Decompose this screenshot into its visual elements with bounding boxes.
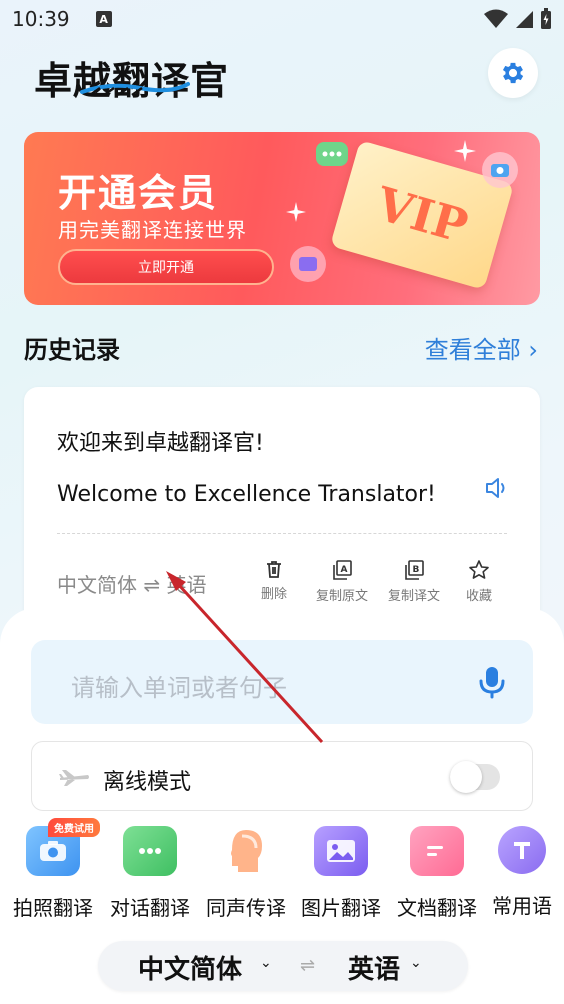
history-lang-pair: 中文简体 ⇌ 英语: [57, 573, 207, 597]
banner-subtitle: 用完美翻译连接世界: [58, 218, 247, 242]
sparkle-icon: [286, 202, 306, 222]
chat-bubble-icon: [316, 142, 348, 166]
language-selector-bar: 中文简体 ⌄ ⇌ 英语 ⌄: [98, 941, 468, 991]
chevron-down-icon: ⌄: [410, 955, 422, 971]
feature-label: 拍照翻译: [13, 896, 93, 920]
trash-icon: [267, 561, 281, 578]
delete-label: 删除: [261, 587, 288, 602]
history-target-text: Welcome to Excellence Translator!: [57, 482, 436, 507]
feature-label: 同声传译: [206, 896, 286, 920]
history-title: 历史记录: [24, 336, 120, 364]
signal-icon: [516, 11, 533, 28]
battery-icon: [541, 8, 551, 29]
app-title: 卓越翻译官: [34, 59, 230, 103]
text-t-icon: [498, 826, 546, 874]
source-language-select[interactable]: 中文简体: [138, 949, 242, 986]
notification-icon: A: [95, 11, 112, 27]
favorite-label: 收藏: [466, 589, 493, 604]
banner-title: 开通会员: [58, 171, 219, 215]
feature-label: 文档翻译: [397, 896, 477, 920]
copy-source-button[interactable]: A 复制原文: [316, 559, 368, 604]
offline-mode-toggle[interactable]: [450, 761, 500, 793]
head-icon: [219, 826, 273, 876]
offline-mode-label: 离线模式: [103, 770, 192, 795]
copy-translation-label: 复制译文: [388, 589, 441, 604]
delete-button[interactable]: 删除: [261, 559, 287, 602]
target-language-select[interactable]: 英语: [348, 949, 400, 986]
status-bar: 10:39 A: [0, 0, 564, 38]
airplane-icon: [59, 770, 89, 786]
history-card[interactable]: 欢迎来到卓越翻译官! Welcome to Excellence Transla…: [24, 387, 540, 627]
feature-dialogue-translate[interactable]: 对话翻译: [102, 826, 198, 921]
feature-label: 对话翻译: [110, 896, 190, 920]
copy-b-icon: B: [405, 560, 424, 580]
gear-icon: [502, 62, 524, 84]
speaker-icon[interactable]: [484, 476, 510, 500]
star-icon: [469, 560, 489, 579]
text-input[interactable]: 请输入单词或者句子: [31, 640, 533, 724]
vip-text: VIP: [370, 176, 474, 254]
document-icon: [410, 826, 464, 876]
camera-bubble-icon: [482, 152, 518, 188]
svg-text:A: A: [341, 565, 348, 575]
copy-translation-button[interactable]: B 复制译文: [388, 559, 440, 604]
input-placeholder: 请输入单词或者句子: [71, 674, 287, 702]
feature-grid: 拍照翻译 对话翻译 同声传译 图片翻译 文档翻译 常用语: [0, 826, 564, 922]
svg-text:B: B: [413, 565, 420, 575]
divider: [57, 533, 507, 534]
view-all-link[interactable]: 查看全部 ›: [425, 330, 538, 365]
free-trial-badge: 免费试用: [48, 818, 100, 837]
image-bubble-icon: [290, 246, 326, 282]
activate-button[interactable]: 立即开通: [58, 249, 274, 285]
toggle-knob: [450, 761, 482, 793]
swap-language-button[interactable]: ⇌: [300, 955, 315, 976]
vip-banner[interactable]: 开通会员 用完美翻译连接世界 立即开通 VIP: [24, 132, 540, 305]
copy-source-label: 复制原文: [316, 589, 369, 604]
feature-label: 常用语: [492, 894, 552, 918]
title-decoration: [80, 82, 190, 96]
status-time: 10:39: [12, 7, 70, 31]
settings-button[interactable]: [488, 48, 538, 98]
feature-common-phrases[interactable]: 常用语: [474, 826, 564, 919]
image-icon: [314, 826, 368, 876]
chat-icon: [123, 826, 177, 876]
status-icons: [484, 8, 552, 30]
feature-label: 图片翻译: [301, 896, 381, 920]
sparkle-icon: [454, 140, 476, 162]
microphone-icon[interactable]: [477, 665, 507, 699]
copy-a-icon: A: [333, 560, 352, 580]
chevron-down-icon: ⌄: [260, 955, 272, 971]
wifi-icon: [484, 9, 508, 28]
offline-mode-row[interactable]: 离线模式: [31, 741, 533, 811]
feature-simultaneous-interpret[interactable]: 同声传译: [198, 826, 294, 921]
feature-photo-translate[interactable]: 拍照翻译: [5, 826, 101, 921]
feature-image-translate[interactable]: 图片翻译: [293, 826, 389, 921]
favorite-button[interactable]: 收藏: [466, 559, 492, 604]
history-source-text: 欢迎来到卓越翻译官!: [57, 431, 264, 456]
feature-document-translate[interactable]: 文档翻译: [389, 826, 485, 921]
